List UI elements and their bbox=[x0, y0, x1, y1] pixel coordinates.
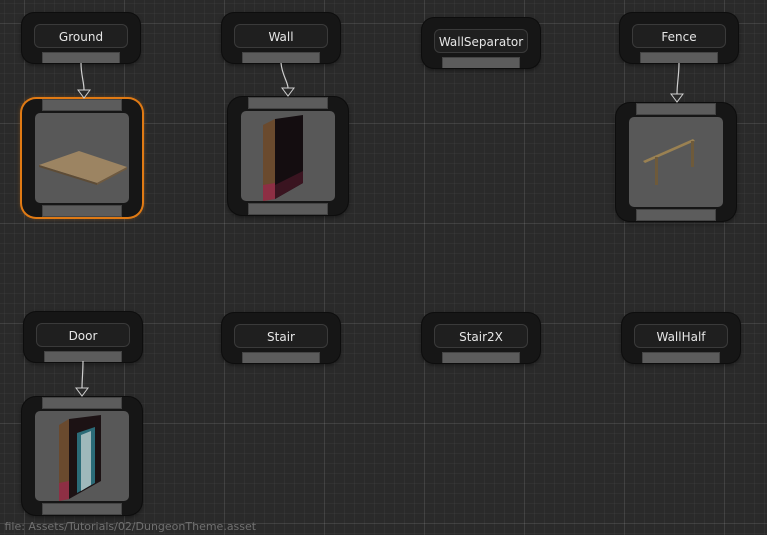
input-port[interactable] bbox=[636, 103, 716, 115]
link-arrow bbox=[77, 89, 91, 99]
marker-node-fence[interactable]: Fence bbox=[620, 13, 738, 63]
mesh-preview bbox=[241, 111, 335, 201]
link-arrow bbox=[281, 87, 295, 97]
mesh-preview bbox=[629, 117, 723, 207]
theme-graph-canvas[interactable]: Ground Wall WallSeparator Fence Door Sta… bbox=[0, 0, 767, 535]
output-port[interactable] bbox=[248, 203, 328, 215]
marker-node-ground[interactable]: Ground bbox=[22, 13, 140, 63]
marker-node-door[interactable]: Door bbox=[24, 312, 142, 362]
link-arrow bbox=[75, 387, 89, 397]
marker-node-wall[interactable]: Wall bbox=[222, 13, 340, 63]
marker-label: Stair bbox=[234, 324, 328, 348]
mesh-node-wall[interactable] bbox=[228, 97, 348, 215]
marker-node-stair[interactable]: Stair bbox=[222, 313, 340, 363]
input-port[interactable] bbox=[248, 97, 328, 109]
output-port[interactable] bbox=[44, 351, 122, 362]
mesh-node-fence[interactable] bbox=[616, 103, 736, 221]
marker-label: Door bbox=[36, 323, 130, 347]
link-fence bbox=[676, 62, 680, 95]
output-port[interactable] bbox=[242, 352, 320, 363]
output-port[interactable] bbox=[242, 52, 320, 63]
output-port[interactable] bbox=[42, 52, 120, 63]
link-arrow bbox=[670, 93, 684, 103]
link-wall bbox=[280, 62, 289, 89]
output-port[interactable] bbox=[636, 209, 716, 221]
output-port[interactable] bbox=[640, 52, 718, 63]
marker-label: Ground bbox=[34, 24, 128, 48]
input-port[interactable] bbox=[42, 99, 122, 111]
mesh-preview bbox=[35, 113, 129, 203]
output-port[interactable] bbox=[42, 503, 122, 515]
marker-label: Fence bbox=[632, 24, 726, 48]
output-port[interactable] bbox=[642, 352, 720, 363]
marker-node-wallhalf[interactable]: WallHalf bbox=[622, 313, 740, 363]
input-port[interactable] bbox=[42, 397, 122, 409]
marker-node-wallseparator[interactable]: WallSeparator bbox=[422, 18, 540, 68]
marker-label: Stair2X bbox=[434, 324, 528, 348]
mesh-preview bbox=[35, 411, 129, 501]
link-ground bbox=[80, 62, 85, 91]
wall-segment-mesh-icon bbox=[263, 115, 303, 201]
mesh-node-door[interactable] bbox=[22, 397, 142, 515]
marker-label: Wall bbox=[234, 24, 328, 48]
marker-node-stair2x[interactable]: Stair2X bbox=[422, 313, 540, 363]
marker-label: WallHalf bbox=[634, 324, 728, 348]
fence-rail-mesh-icon bbox=[643, 139, 695, 185]
output-port[interactable] bbox=[442, 57, 520, 68]
output-port[interactable] bbox=[442, 352, 520, 363]
marker-label: WallSeparator bbox=[434, 29, 528, 53]
link-door bbox=[81, 360, 84, 389]
output-port[interactable] bbox=[42, 205, 122, 217]
floor-tile-mesh-icon bbox=[39, 151, 127, 185]
status-bar-text: g file: Assets/Tutorials/02/DungeonTheme… bbox=[0, 520, 257, 533]
door-frame-mesh-icon bbox=[59, 415, 101, 501]
mesh-node-ground[interactable] bbox=[22, 99, 142, 217]
